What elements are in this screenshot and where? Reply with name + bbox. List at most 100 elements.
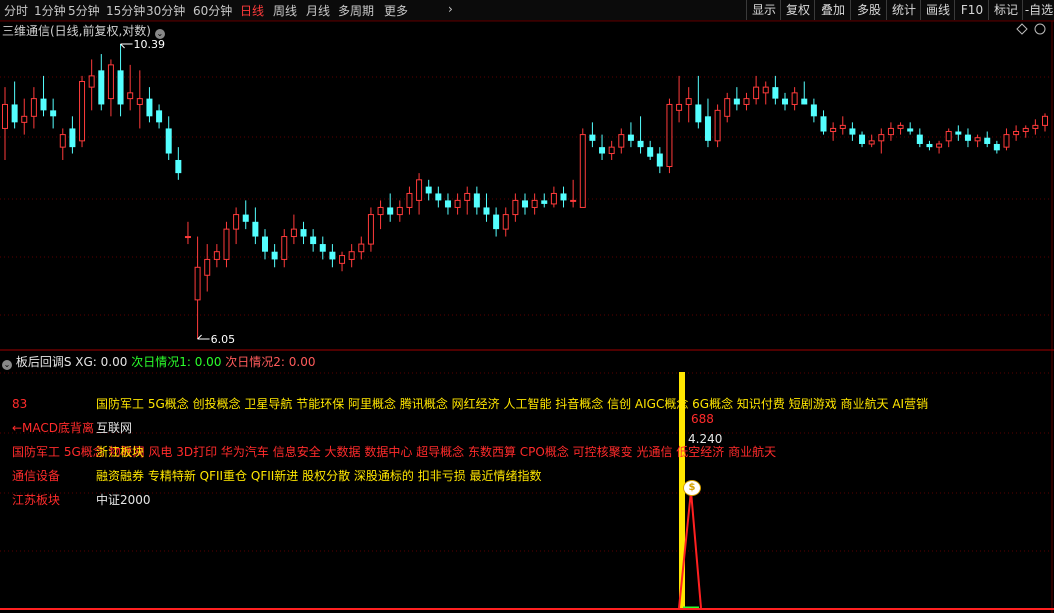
candle-body-up — [570, 199, 577, 202]
stock-count: 83 — [12, 397, 28, 411]
chevron-right-icon[interactable]: › — [448, 2, 453, 16]
candle-body-down — [40, 98, 47, 111]
toolbar-button[interactable]: 画线 — [920, 0, 955, 20]
candle-body-up — [204, 258, 211, 276]
toolbar-button[interactable]: -自选 — [1022, 0, 1054, 20]
toolbar-button[interactable]: 显示 — [746, 0, 781, 20]
candle-body-down — [146, 98, 153, 117]
timeframe-tab[interactable]: 月线 — [306, 2, 330, 19]
candle-body-up — [281, 236, 288, 260]
candle-body-up — [396, 206, 403, 216]
candle-body-down — [647, 147, 654, 157]
candle-body-down — [252, 221, 259, 237]
candle-body-up — [676, 103, 683, 111]
candle-body-down — [849, 128, 856, 135]
candle-body-up — [136, 98, 143, 105]
concept-list-1: 国防军工 5G概念 创投概念 卫星导航 节能环保 阿里概念 腾讯概念 网红经济 … — [96, 397, 929, 411]
candle-body-up — [936, 143, 943, 148]
timeframe-tab[interactable]: 1分钟 — [34, 2, 66, 19]
candle-body-up — [1042, 115, 1048, 126]
marker-value: 4.240 — [688, 432, 723, 446]
candle-body-down — [599, 147, 606, 154]
candle-body-down — [733, 98, 740, 105]
toolbar-button[interactable]: 标记 — [988, 0, 1023, 20]
candle-body-up — [184, 236, 191, 239]
candle-body-up — [454, 199, 461, 208]
candle-body-down — [50, 110, 57, 117]
candle-body-up — [194, 266, 201, 301]
timeframe-tab[interactable]: 5分钟 — [68, 2, 100, 19]
toolbar-button[interactable]: 复权 — [780, 0, 815, 20]
candle-body-down — [444, 200, 451, 208]
macd-divergence-label: ←MACD底背离 — [12, 421, 95, 435]
candle-body-down — [695, 104, 702, 123]
candle-body-down — [916, 134, 923, 144]
candle-body-up — [666, 103, 673, 168]
candle-body-up — [59, 134, 66, 148]
candle-body-down — [271, 251, 278, 260]
timeframe-tab[interactable]: 60分钟 — [193, 2, 232, 19]
candle-body-up — [348, 251, 355, 260]
candle-body-down — [704, 116, 711, 141]
timeframe-tab[interactable]: 周线 — [273, 2, 297, 19]
candle-body-up — [290, 228, 297, 238]
candle-body-down — [493, 214, 500, 230]
candle-body-down — [859, 134, 866, 144]
candle-body-down — [772, 87, 779, 99]
candle-body-up — [1022, 127, 1029, 133]
timeframe-tab[interactable]: 更多 — [384, 2, 408, 19]
candle-body-up — [416, 179, 423, 201]
money-bag-icon: $ — [683, 480, 701, 496]
marker-top-label: 688 — [691, 412, 714, 426]
candle-body-down — [560, 193, 567, 201]
candle-body-up — [791, 92, 798, 105]
toolbar-button[interactable]: 统计 — [886, 0, 921, 20]
circle-icon[interactable] — [1034, 23, 1046, 35]
industry-name: 通信设备 — [12, 469, 61, 483]
candlestick-chart[interactable]: 10.39 6.05 — [0, 21, 1054, 351]
candle-body-down — [387, 207, 394, 215]
candle-body-down — [993, 143, 1000, 151]
candle-body-down — [329, 251, 336, 260]
candle-body-down — [522, 200, 528, 208]
candle-body-up — [223, 228, 230, 260]
candle-body-down — [984, 137, 991, 144]
candle-body-up — [339, 255, 346, 264]
candle-body-down — [637, 140, 644, 148]
candle-body-down — [801, 98, 808, 105]
timeframe-tab[interactable]: 日线 — [240, 2, 264, 19]
timeframe-tab[interactable]: 多周期 — [338, 2, 374, 19]
candle-body-down — [69, 128, 76, 148]
candle-body-up — [753, 86, 760, 100]
candle-body-up — [406, 192, 413, 208]
toolbar-button[interactable]: 多股 — [850, 0, 887, 20]
candle-body-up — [2, 103, 8, 129]
candle-body-up — [79, 80, 86, 142]
candle-body-down — [541, 200, 548, 204]
candle-body-up — [21, 115, 28, 123]
candle-body-up — [1013, 131, 1020, 136]
candle-body-up — [579, 134, 586, 208]
candle-body-up — [887, 127, 894, 136]
candle-body-up — [213, 251, 220, 260]
diamond-icon[interactable] — [1016, 23, 1028, 35]
timeframe-tab[interactable]: 30分钟 — [146, 2, 185, 19]
high-price-label: 10.39 — [134, 38, 166, 51]
candle-body-down — [627, 134, 634, 141]
toolbar-button[interactable]: F10 — [954, 0, 989, 20]
candle-body-up — [502, 214, 509, 230]
candle-body-down — [262, 236, 268, 252]
candle-body-up — [839, 124, 846, 129]
candle-body-up — [724, 98, 731, 117]
candle-body-up — [1003, 134, 1010, 148]
candle-body-down — [319, 244, 326, 252]
candle-body-down — [300, 229, 307, 237]
candle-body-down — [425, 186, 432, 194]
candle-body-up — [531, 199, 538, 208]
candle-body-up — [233, 214, 240, 230]
candle-body-down — [955, 131, 962, 135]
candle-body-down — [98, 70, 105, 105]
timeframe-tab[interactable]: 分时 — [4, 2, 28, 19]
toolbar-button[interactable]: 叠加 — [814, 0, 851, 20]
timeframe-tab[interactable]: 15分钟 — [106, 2, 145, 19]
